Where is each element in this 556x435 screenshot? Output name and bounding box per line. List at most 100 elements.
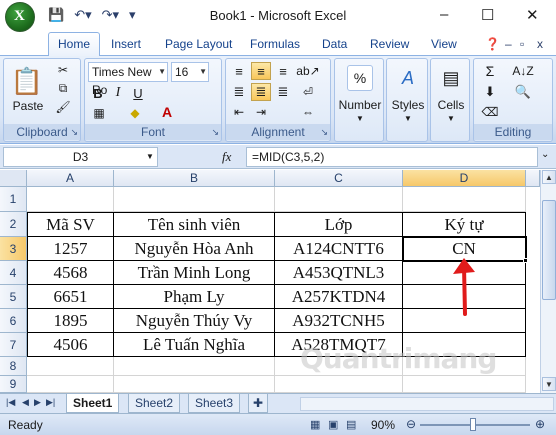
font-size-box[interactable]: 16 ▼ bbox=[171, 62, 209, 82]
italic-button[interactable]: I bbox=[110, 85, 126, 101]
row-header-3[interactable]: 3 bbox=[0, 237, 27, 261]
sheet-tab-sheet2[interactable]: Sheet2 bbox=[128, 394, 181, 413]
cell-b1[interactable] bbox=[114, 187, 275, 212]
cell-b8[interactable] bbox=[114, 357, 275, 376]
sort-filter-icon[interactable]: A↓Z bbox=[510, 62, 536, 80]
last-sheet-icon[interactable]: ▶| bbox=[46, 397, 55, 408]
find-select-icon[interactable]: 🔍 bbox=[510, 83, 536, 101]
row-header-2[interactable]: 2 bbox=[0, 212, 27, 237]
horizontal-scrollbar[interactable] bbox=[300, 397, 554, 411]
decrease-indent-icon[interactable]: ⇤ bbox=[229, 104, 249, 120]
zoom-in-icon[interactable]: ⊕ bbox=[535, 417, 545, 431]
cell-b9[interactable] bbox=[114, 376, 275, 393]
next-sheet-icon[interactable]: ▶ bbox=[34, 397, 41, 408]
copy-icon[interactable]: ⧉ bbox=[54, 80, 72, 96]
cells-button[interactable]: Cells bbox=[431, 97, 471, 113]
page-layout-view-icon[interactable]: ▣ bbox=[328, 418, 338, 431]
autosum-button[interactable]: Σ bbox=[480, 62, 500, 80]
cut-icon[interactable]: ✂ bbox=[54, 62, 72, 78]
zoom-slider-knob[interactable] bbox=[470, 418, 476, 431]
cell-c4[interactable]: A453QTNL3 bbox=[275, 261, 403, 285]
align-bottom-icon[interactable]: ≡ bbox=[273, 62, 293, 80]
cell-b3[interactable]: Nguyễn Hòa Anh bbox=[114, 237, 275, 261]
cell-c2[interactable]: Lớp bbox=[275, 212, 403, 237]
close-button[interactable]: ✕ bbox=[526, 6, 539, 24]
cell-a5[interactable]: 6651 bbox=[27, 285, 114, 309]
font-name-box[interactable]: Times New Ro ▼ bbox=[88, 62, 168, 97]
percent-icon[interactable]: % bbox=[347, 65, 373, 91]
help-icon[interactable]: ❓ bbox=[485, 37, 500, 51]
vertical-scrollbar[interactable]: ▲ ▼ bbox=[540, 170, 556, 393]
increase-indent-icon[interactable]: ⇥ bbox=[251, 104, 271, 120]
wrap-text-icon[interactable]: ⏎ bbox=[297, 83, 319, 101]
cell-a2[interactable]: Mã SV bbox=[27, 212, 114, 237]
cell-b4[interactable]: Trần Minh Long bbox=[114, 261, 275, 285]
row-header-7[interactable]: 7 bbox=[0, 333, 27, 357]
font-launcher-icon[interactable]: ↘ bbox=[211, 127, 219, 138]
bold-button[interactable]: B bbox=[90, 85, 106, 101]
align-center-icon[interactable]: ≣ bbox=[251, 83, 271, 101]
number-button[interactable]: Number bbox=[335, 97, 385, 113]
cell-d1[interactable] bbox=[403, 187, 526, 212]
font-color-button[interactable]: A bbox=[157, 103, 177, 121]
row-header-8[interactable]: 8 bbox=[0, 357, 27, 376]
formula-input[interactable]: =MID(C3,5,2) bbox=[246, 147, 538, 167]
paste-icon[interactable]: 📋 bbox=[10, 63, 44, 99]
cell-d2[interactable]: Ký tự bbox=[403, 212, 526, 237]
cell-a4[interactable]: 4568 bbox=[27, 261, 114, 285]
tab-formulas[interactable]: Formulas bbox=[250, 37, 300, 51]
page-break-view-icon[interactable]: ▤ bbox=[346, 418, 356, 431]
cell-a9[interactable] bbox=[27, 376, 114, 393]
fill-icon[interactable]: ⬇ bbox=[480, 83, 500, 101]
ribbon-close-icon[interactable]: x bbox=[537, 37, 543, 51]
cell-a7[interactable]: 4506 bbox=[27, 333, 114, 357]
cell-a1[interactable] bbox=[27, 187, 114, 212]
orientation-icon[interactable]: ab↗ bbox=[296, 62, 319, 80]
select-all-corner[interactable] bbox=[0, 170, 27, 187]
cell-c6[interactable]: A932TCNH5 bbox=[275, 309, 403, 333]
tab-page-layout[interactable]: Page Layout bbox=[165, 37, 232, 51]
maximize-button[interactable]: ☐ bbox=[481, 6, 494, 24]
styles-icon[interactable]: A bbox=[395, 65, 421, 91]
column-header-a[interactable]: A bbox=[27, 170, 114, 187]
column-header-b[interactable]: B bbox=[114, 170, 275, 187]
align-middle-icon[interactable]: ≡ bbox=[251, 62, 271, 80]
row-header-4[interactable]: 4 bbox=[0, 261, 27, 285]
expand-formula-icon[interactable]: ⌄ bbox=[541, 149, 549, 160]
insert-sheet-icon[interactable]: ✚ bbox=[248, 394, 269, 413]
paste-button[interactable]: Paste bbox=[6, 99, 50, 113]
fill-handle[interactable] bbox=[523, 258, 528, 263]
cell-b6[interactable]: Nguyễn Thúy Vy bbox=[114, 309, 275, 333]
row-header-1[interactable]: 1 bbox=[0, 187, 27, 212]
styles-button[interactable]: Styles bbox=[387, 97, 429, 113]
zoom-level[interactable]: 90% bbox=[371, 418, 395, 432]
cell-b5[interactable]: Phạm Ly bbox=[114, 285, 275, 309]
row-header-6[interactable]: 6 bbox=[0, 309, 27, 333]
chevron-down-icon[interactable]: ▼ bbox=[146, 152, 154, 161]
merge-center-icon[interactable]: ⇔ bbox=[297, 104, 319, 120]
insert-function-icon[interactable]: fx bbox=[222, 149, 231, 165]
worksheet-grid[interactable]: A B C D 1 2 3 4 5 6 7 8 9 Mã SV Tên sinh… bbox=[0, 170, 540, 393]
underline-button[interactable]: U bbox=[130, 85, 146, 101]
clear-icon[interactable]: ⌫ bbox=[480, 104, 500, 120]
cell-b7[interactable]: Lê Tuấn Nghĩa bbox=[114, 333, 275, 357]
format-painter-icon[interactable]: 🖌 bbox=[54, 99, 72, 115]
column-header-d[interactable]: D bbox=[403, 170, 526, 187]
tab-data[interactable]: Data bbox=[322, 37, 347, 51]
cells-group[interactable]: ▤ Cells ▼ bbox=[430, 58, 470, 142]
ribbon-minimize-icon[interactable]: – bbox=[505, 37, 512, 51]
scroll-down-icon[interactable]: ▼ bbox=[542, 377, 556, 391]
cell-d9[interactable] bbox=[403, 376, 526, 393]
align-left-icon[interactable]: ≣ bbox=[229, 83, 249, 101]
tab-home[interactable]: Home bbox=[48, 32, 101, 57]
minimize-button[interactable]: – bbox=[440, 6, 448, 23]
alignment-launcher-icon[interactable]: ↘ bbox=[320, 127, 328, 138]
tab-review[interactable]: Review bbox=[370, 37, 409, 51]
name-box[interactable]: D3 bbox=[3, 147, 158, 167]
cell-c3[interactable]: A124CNTT6 bbox=[275, 237, 403, 261]
borders-icon[interactable]: ▦ bbox=[90, 105, 108, 121]
cell-b2[interactable]: Tên sinh viên bbox=[114, 212, 275, 237]
clipboard-launcher-icon[interactable]: ↘ bbox=[70, 127, 78, 138]
row-header-5[interactable]: 5 bbox=[0, 285, 27, 309]
column-header-c[interactable]: C bbox=[275, 170, 403, 187]
